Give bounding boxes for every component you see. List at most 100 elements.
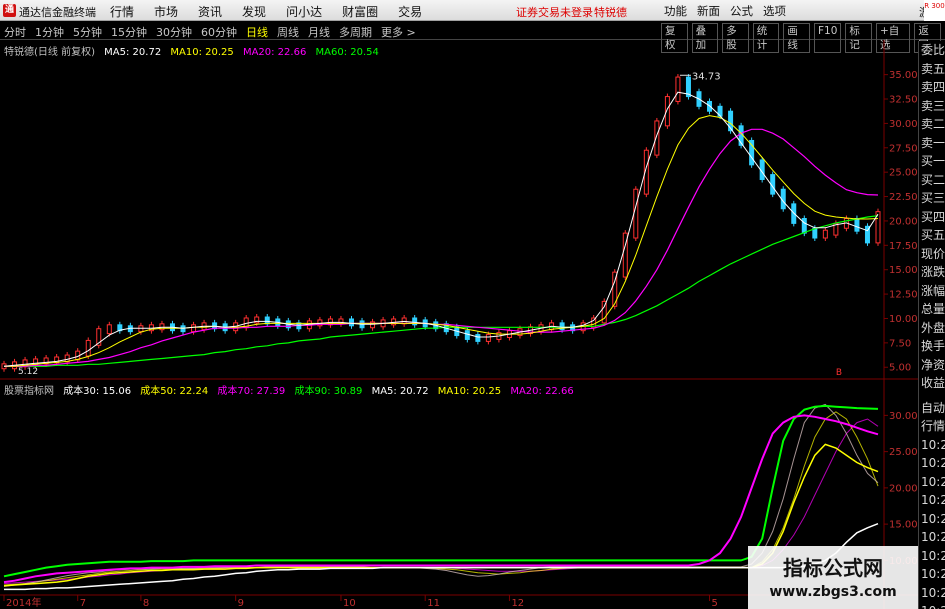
menu-trade[interactable]: 交易 <box>398 3 422 20</box>
menu-formula[interactable]: 公式 <box>730 3 753 19</box>
sidebar-item-upper[interactable]: 外盘 <box>919 319 945 338</box>
sidebar-item-upper[interactable]: 收益 <box>919 374 945 393</box>
menu-new-page[interactable]: 新面 <box>697 3 720 19</box>
tab-30min[interactable]: 30分钟 <box>156 24 192 40</box>
tab-monthly[interactable]: 月线 <box>308 24 330 40</box>
legend-cb90: 成本90: 30.89 <box>294 386 363 397</box>
tab-weekly[interactable]: 周线 <box>277 24 299 40</box>
cb90-line <box>3 404 879 578</box>
candle-body <box>475 334 481 342</box>
sidebar-item-lower[interactable]: 10:2 <box>919 547 945 566</box>
menu-discover[interactable]: 发现 <box>242 3 266 20</box>
watermark-url: www.zbgs3.com <box>769 584 897 600</box>
x-tick-label: 12 <box>511 598 524 609</box>
y-tick-label: 15.00 <box>889 265 918 276</box>
y-tick-label: 25.00 <box>889 447 918 458</box>
sidebar-item-lower[interactable]: 10:2 <box>919 584 945 603</box>
corner-badge: R 300 <box>924 0 945 21</box>
sidebar-item-upper[interactable]: 卖三 <box>919 97 945 116</box>
candle-body <box>822 229 828 239</box>
y-tick-label: 17.50 <box>889 241 918 252</box>
cb30-line <box>4 523 879 591</box>
sidebar-item-upper[interactable]: 买五 <box>919 226 945 245</box>
legend-ma5: MA5: 20.72 <box>104 47 162 58</box>
menu-function[interactable]: 功能 <box>664 3 687 19</box>
sidebar-item-lower[interactable]: 10:2 <box>919 528 945 547</box>
y-tick-label: 30.00 <box>889 119 918 130</box>
menu-wealth[interactable]: 财富圈 <box>342 3 378 20</box>
tab-5min[interactable]: 5分钟 <box>73 24 102 40</box>
sidebar-item-upper[interactable]: 卖四 <box>919 78 945 97</box>
tab-daily[interactable]: 日线 <box>246 24 268 40</box>
legend-low-ma10: MA10: 20.25 <box>437 386 502 397</box>
title-right-menu: 功能 新面 公式 选项 <box>664 3 796 19</box>
sidebar-item-upper[interactable]: 买三 <box>919 189 945 208</box>
tab-timeshare[interactable]: 分时 <box>4 24 26 40</box>
menu-market[interactable]: 行情 <box>110 3 134 20</box>
x-tick-label: 8 <box>143 598 149 609</box>
sidebar-item-lower[interactable]: 10:2 <box>919 491 945 510</box>
tab-more[interactable]: 更多 > <box>381 24 416 40</box>
menu-options[interactable]: 选项 <box>763 3 786 19</box>
y-tick-label: 20.00 <box>889 216 918 227</box>
title-bar: 通 通达信金融终端 行情 市场 资讯 发现 问小达 财富圈 交易 证券交易未登录… <box>0 0 945 21</box>
sidebar-item-upper[interactable]: 现价 <box>919 245 945 264</box>
sidebar-item-lower[interactable]: 10:2 <box>919 602 945 609</box>
sidebar-item-lower[interactable]: 10:2 <box>919 565 945 584</box>
tab-1min[interactable]: 1分钟 <box>35 24 64 40</box>
legend-low-ma20: MA20: 22.66 <box>510 386 574 397</box>
sidebar-item-lower[interactable]: 10:2 <box>919 473 945 492</box>
candle-body <box>633 188 639 239</box>
sidebar-item-upper[interactable]: 卖五 <box>919 60 945 79</box>
app-logo-icon: 通 <box>3 4 16 17</box>
stock-alert[interactable]: 特锐德 <box>594 4 627 20</box>
sidebar-item-upper[interactable]: 净资 <box>919 356 945 375</box>
y-tick-label: 20.00 <box>889 483 918 494</box>
sidebar-item-upper[interactable]: 买二 <box>919 171 945 190</box>
candle-body <box>138 325 144 333</box>
stock-title[interactable]: 特锐德(日线 前复权) <box>4 47 95 58</box>
candle-body <box>485 334 491 342</box>
sidebar-item-upper[interactable]: 卖一 <box>919 134 945 153</box>
sidebar-item-lower[interactable]: 自动 <box>919 399 945 418</box>
indicator-title[interactable]: 股票指标网 <box>4 386 54 397</box>
sidebar-item-upper[interactable]: 涨幅 <box>919 282 945 301</box>
timeframe-tabs: 分时 1分钟 5分钟 15分钟 30分钟 60分钟 日线 周线 月线 多周期 更… <box>4 24 425 40</box>
tab-15min[interactable]: 15分钟 <box>111 24 147 40</box>
menu-markets[interactable]: 市场 <box>154 3 178 20</box>
legend-ma60: MA60: 20.54 <box>315 47 379 58</box>
sidebar-item-upper[interactable]: 委比 <box>919 41 945 60</box>
menu-news[interactable]: 资讯 <box>198 3 222 20</box>
sidebar-item-lower[interactable]: 10:2 <box>919 454 945 473</box>
x-tick-label: 11 <box>427 598 440 609</box>
menu-ask[interactable]: 问小达 <box>286 3 322 20</box>
kline-chart[interactable]: 35.00 32.50 30.00 27.50 25.00 22.50 20.00 17.50… <box>0 40 918 609</box>
sidebar-item-upper[interactable]: 买四 <box>919 208 945 227</box>
y-tick-label: 35.00 <box>889 70 918 81</box>
sidebar-item-lower[interactable]: 行情 <box>919 417 945 436</box>
sidebar-item-upper[interactable]: 买一 <box>919 152 945 171</box>
sidebar-item-upper[interactable]: 换手 <box>919 337 945 356</box>
sidebar-item-upper[interactable]: 涨跌 <box>919 263 945 282</box>
sidebar-item-upper[interactable]: 卖二 <box>919 115 945 134</box>
legend-low-ma5: MA5: 20.72 <box>371 386 429 397</box>
candle-body <box>854 218 860 232</box>
sidebar-item-lower[interactable]: 10:2 <box>919 510 945 529</box>
sidebar-item-upper[interactable]: 总量 <box>919 300 945 319</box>
login-alert[interactable]: 证券交易未登录 <box>516 4 593 20</box>
x-tick-label: 7 <box>80 598 86 609</box>
y-tick-label: 10.00 <box>889 314 918 325</box>
legend-cb70: 成本70: 27.39 <box>217 386 286 397</box>
candle-body <box>675 76 681 102</box>
tab-60min[interactable]: 60分钟 <box>201 24 237 40</box>
ma20-line <box>4 128 879 367</box>
candle-body <box>801 218 807 234</box>
y-tick-label: 27.50 <box>889 143 918 154</box>
candle-body <box>348 318 354 327</box>
x-tick-label: 5 <box>712 598 718 609</box>
legend-cb30: 成本30: 15.06 <box>63 386 132 397</box>
sidebar-item-lower[interactable]: 10:2 <box>919 436 945 455</box>
candle-body <box>180 325 186 333</box>
app-name: 通达信金融终端 <box>19 6 96 19</box>
tab-multi-period[interactable]: 多周期 <box>339 24 372 40</box>
